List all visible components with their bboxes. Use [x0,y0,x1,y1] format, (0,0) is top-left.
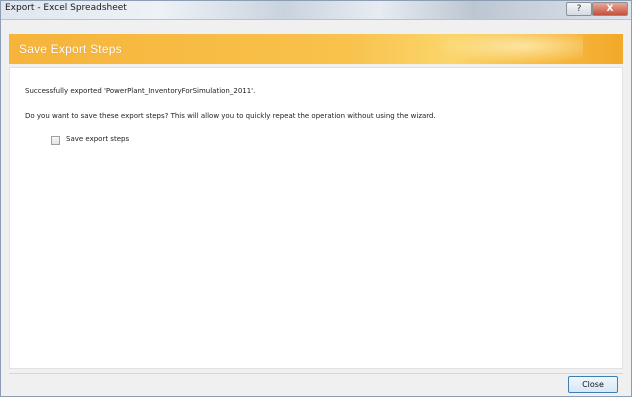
window-close-button[interactable]: X [592,2,628,16]
title-bar[interactable]: Export - Excel Spreadsheet ? X [1,1,631,20]
save-export-steps-label[interactable]: Save export steps [66,135,129,143]
page-title: Save Export Steps [19,42,122,56]
export-dialog: Export - Excel Spreadsheet ? X Save Expo… [0,0,632,397]
save-steps-prompt: Do you want to save these export steps? … [25,112,436,120]
success-message: Successfully exported 'PowerPlant_Invent… [25,87,256,95]
save-export-steps-checkbox[interactable] [51,136,60,145]
footer-divider [9,373,623,374]
close-button[interactable]: Close [568,376,618,393]
help-button[interactable]: ? [566,2,592,16]
header-band: Save Export Steps [9,34,623,64]
window-title: Export - Excel Spreadsheet [5,3,127,13]
